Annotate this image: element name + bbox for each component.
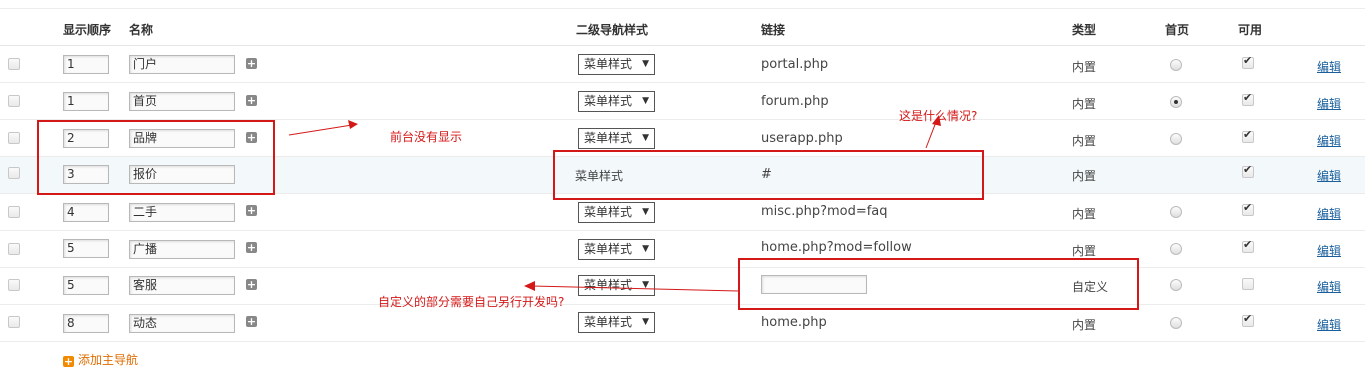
order-input[interactable]: 1 [63, 55, 109, 74]
order-input[interactable]: 4 [63, 203, 109, 222]
row-select-checkbox[interactable] [8, 243, 20, 255]
subnav-style-select[interactable]: 菜单样式 ▼ [578, 128, 655, 149]
plus-icon: + [63, 355, 74, 368]
table-row: 8 动态 + 菜单样式▼ home.php 内置 编辑 [0, 305, 1365, 342]
subnav-style-select[interactable]: 菜单样式 ▼ [578, 312, 655, 333]
order-input[interactable]: 5 [63, 276, 109, 295]
subnav-style-select[interactable]: 菜单样式 ▼ [578, 275, 655, 296]
add-subnav-icon[interactable]: + [246, 316, 257, 327]
type-text: 内置 [1072, 97, 1097, 111]
dropdown-arrow-icon: ▼ [642, 244, 649, 254]
home-radio[interactable] [1170, 279, 1182, 291]
row-select-checkbox[interactable] [8, 279, 20, 291]
link-text: forum.php [761, 94, 829, 109]
header-link: 链接 [761, 23, 786, 37]
add-subnav-icon[interactable]: + [246, 242, 257, 253]
table-row: 1 门户 + 菜单样式▼ portal.php 内置 编辑 [0, 46, 1365, 83]
type-text: 内置 [1072, 169, 1097, 183]
link-text: userapp.php [761, 131, 843, 146]
name-input[interactable]: 门户 [129, 55, 235, 74]
enabled-checkbox[interactable] [1242, 238, 1254, 253]
edit-link[interactable]: 编辑 [1317, 242, 1341, 259]
row-select-checkbox[interactable] [8, 167, 20, 179]
enabled-checkbox[interactable] [1242, 163, 1254, 178]
edit-link[interactable]: 编辑 [1317, 316, 1341, 333]
type-text: 内置 [1072, 318, 1097, 332]
annotation-whats-this: 这是什么情况? [899, 109, 978, 123]
type-text: 内置 [1072, 134, 1097, 148]
enabled-checkbox[interactable] [1242, 54, 1254, 69]
annotation-box-custom-link [738, 258, 1139, 310]
home-radio[interactable] [1170, 206, 1182, 218]
type-text: 内置 [1072, 244, 1097, 258]
name-input[interactable]: 动态 [129, 314, 235, 333]
table-header: 显示顺序 名称 二级导航样式 链接 类型 首页 可用 [0, 0, 1365, 46]
subnav-style-select[interactable]: 菜单样式 ▼ [578, 239, 655, 260]
header-type: 类型 [1072, 23, 1097, 37]
home-radio[interactable] [1170, 317, 1182, 329]
link-text: home.php [761, 315, 827, 330]
subnav-style-select[interactable]: 菜单样式 ▼ [578, 91, 655, 112]
enabled-checkbox[interactable] [1242, 91, 1254, 106]
edit-link[interactable]: 编辑 [1317, 95, 1341, 112]
home-radio[interactable] [1170, 133, 1182, 145]
name-input[interactable]: 二手 [129, 203, 235, 222]
row-select-checkbox[interactable] [8, 132, 20, 144]
add-main-nav-link[interactable]: + 添加主导航 [63, 351, 138, 368]
name-input[interactable]: 首页 [129, 92, 235, 111]
add-subnav-icon[interactable]: + [246, 58, 257, 69]
header-home: 首页 [1165, 23, 1190, 37]
enabled-checkbox[interactable] [1242, 312, 1254, 327]
name-input[interactable]: 客服 [129, 276, 235, 295]
table-row: 1 首页 + 菜单样式▼ forum.php 内置 编辑 [0, 83, 1365, 120]
row-select-checkbox[interactable] [8, 58, 20, 70]
dropdown-arrow-icon: ▼ [642, 317, 649, 327]
table-row: 5 广播 + 菜单样式▼ home.php?mod=follow 内置 编辑 [0, 231, 1365, 268]
header-enabled: 可用 [1238, 23, 1263, 37]
type-text: 内置 [1072, 60, 1097, 74]
link-text: home.php?mod=follow [761, 240, 912, 255]
order-input[interactable]: 8 [63, 314, 109, 333]
annotation-custom-question: 自定义的部分需要自己另行开发吗? [378, 295, 565, 309]
link-text: portal.php [761, 57, 829, 72]
header-subnav-style: 二级导航样式 [576, 23, 649, 37]
row-select-checkbox[interactable] [8, 206, 20, 218]
home-radio[interactable] [1170, 59, 1182, 71]
order-input[interactable]: 1 [63, 92, 109, 111]
header-name: 名称 [129, 23, 154, 37]
subnav-style-select[interactable]: 菜单样式 ▼ [578, 54, 655, 75]
home-radio[interactable] [1170, 96, 1182, 108]
home-radio[interactable] [1170, 243, 1182, 255]
type-text: 内置 [1072, 207, 1097, 221]
dropdown-arrow-icon: ▼ [642, 280, 649, 290]
order-input[interactable]: 5 [63, 239, 109, 258]
annotation-not-shown: 前台没有显示 [390, 130, 463, 144]
edit-link[interactable]: 编辑 [1317, 278, 1341, 295]
edit-link[interactable]: 编辑 [1317, 132, 1341, 149]
annotation-box-brand-quote [37, 120, 275, 195]
enabled-checkbox[interactable] [1242, 278, 1254, 290]
edit-link[interactable]: 编辑 [1317, 205, 1341, 222]
add-subnav-icon[interactable]: + [246, 95, 257, 106]
subnav-style-select[interactable]: 菜单样式 ▼ [578, 202, 655, 223]
annotation-box-row-style [553, 150, 984, 200]
add-subnav-icon[interactable]: + [246, 279, 257, 290]
row-select-checkbox[interactable] [8, 316, 20, 328]
edit-link[interactable]: 编辑 [1317, 167, 1341, 184]
enabled-checkbox[interactable] [1242, 128, 1254, 143]
enabled-checkbox[interactable] [1242, 201, 1254, 216]
dropdown-arrow-icon: ▼ [642, 133, 649, 143]
row-select-checkbox[interactable] [8, 95, 20, 107]
dropdown-arrow-icon: ▼ [642, 59, 649, 69]
link-text: misc.php?mod=faq [761, 204, 888, 219]
edit-link[interactable]: 编辑 [1317, 58, 1341, 75]
add-subnav-icon[interactable]: + [246, 205, 257, 216]
name-input[interactable]: 广播 [129, 240, 235, 259]
dropdown-arrow-icon: ▼ [642, 207, 649, 217]
dropdown-arrow-icon: ▼ [642, 96, 649, 106]
header-order: 显示顺序 [63, 23, 112, 37]
table-row: 5 客服 + 菜单样式 ▼ 自定义 编辑 [0, 268, 1365, 305]
